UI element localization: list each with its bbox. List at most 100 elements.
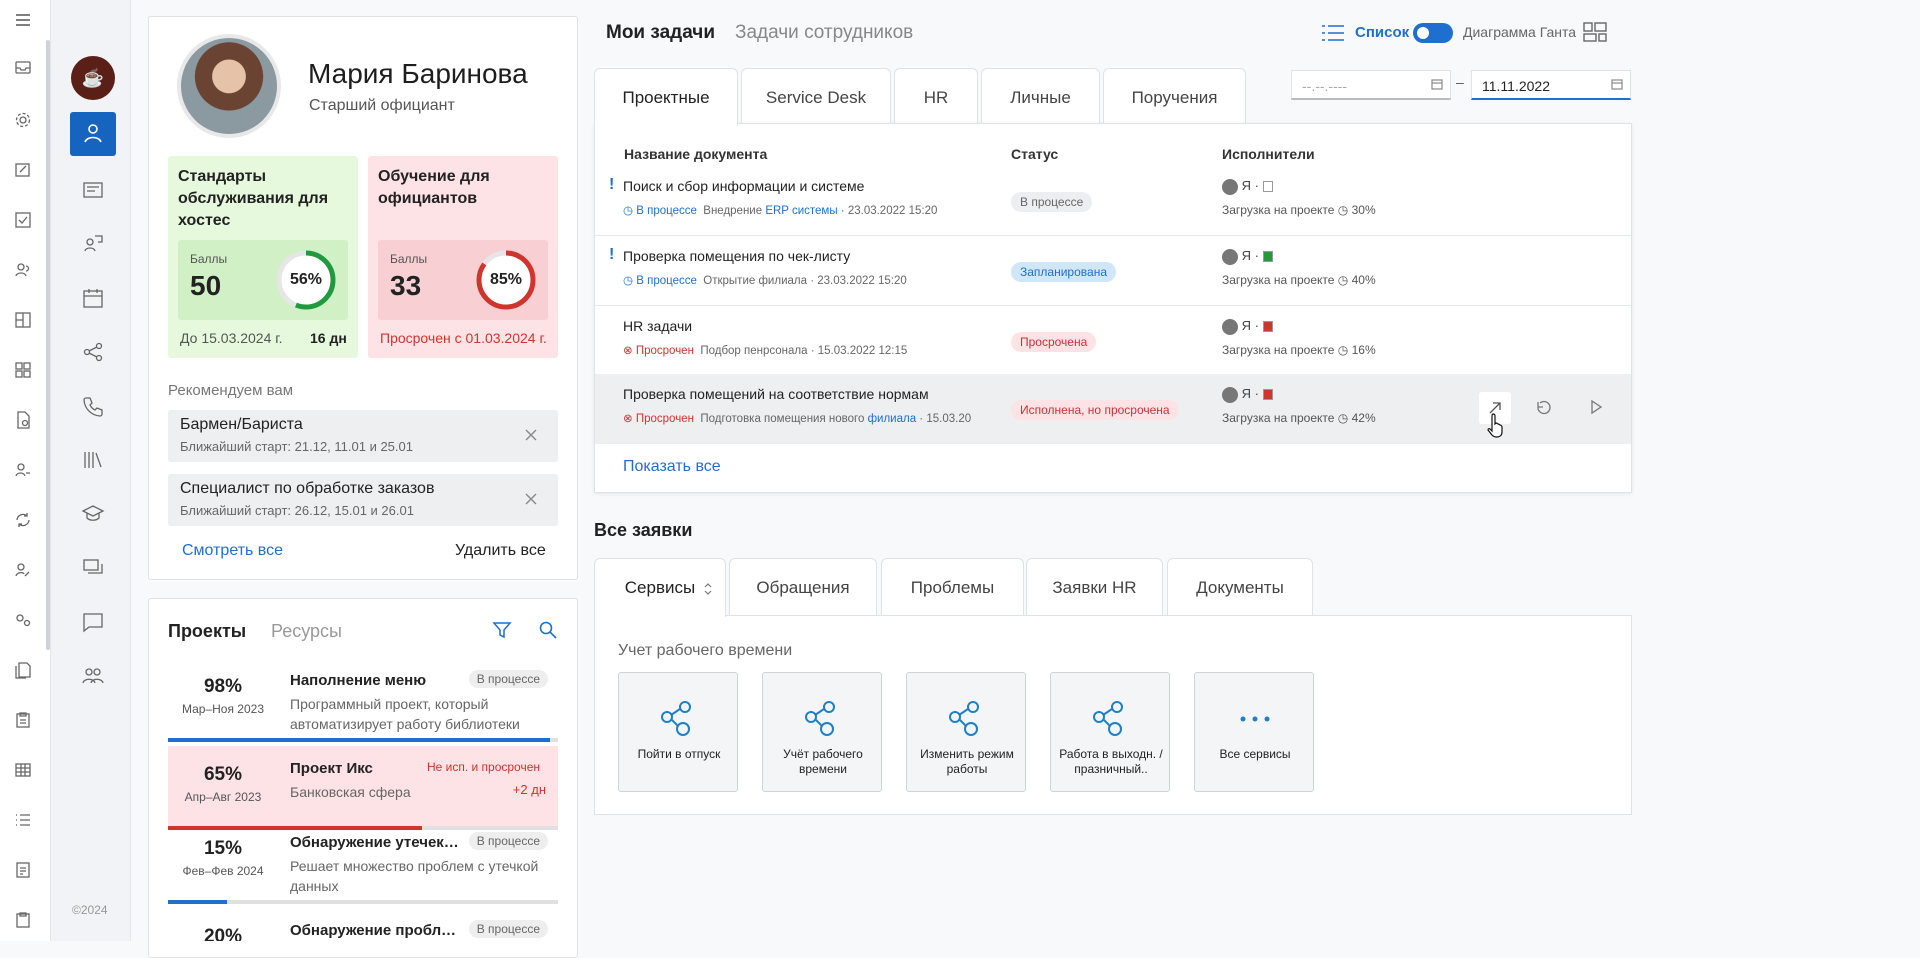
- show-all-link[interactable]: Показать все: [623, 458, 721, 476]
- menu-icon[interactable]: [13, 10, 33, 30]
- list-check-icon[interactable]: [13, 810, 33, 830]
- documents-icon[interactable]: [13, 660, 33, 680]
- project-row[interactable]: 65% Апр–Авг 2023 Проект Икс Банковская с…: [168, 746, 558, 830]
- task-state: В процессе: [636, 205, 697, 217]
- project-row[interactable]: 15% Фев–Фев 2024 Обнаружение утечек да..…: [168, 820, 558, 904]
- assignee-status-icon: [1262, 181, 1273, 193]
- priority-flag: !: [609, 246, 615, 263]
- service-tile[interactable]: Пойти в отпуск: [618, 672, 738, 792]
- chat-user-icon[interactable]: [81, 232, 105, 256]
- profile-nav-button[interactable]: [70, 112, 116, 156]
- rail-scrollbar[interactable]: [46, 40, 50, 650]
- tab-personal[interactable]: Личные: [981, 68, 1100, 124]
- tab-employee-tasks[interactable]: Задачи сотрудников: [735, 22, 913, 44]
- inbox-icon[interactable]: [13, 58, 33, 78]
- course-title: Стандарты обслуживания для хостес: [178, 168, 329, 229]
- project-desc: Решает множество проблем с утечкой данны…: [290, 858, 539, 894]
- date-from-field[interactable]: --.--.----: [1291, 70, 1451, 100]
- task-board-icon[interactable]: [13, 910, 33, 930]
- dashboard-icon[interactable]: [13, 310, 33, 330]
- task-link[interactable]: филиала: [868, 413, 917, 425]
- project-dates: Апр–Авг 2023: [184, 790, 262, 804]
- task-link[interactable]: ERP системы: [765, 205, 837, 217]
- assignee-status-icon: [1262, 251, 1273, 263]
- checklist-icon[interactable]: [13, 210, 33, 230]
- tab-resources[interactable]: Ресурсы: [271, 621, 342, 642]
- progress-percent: 85%: [489, 271, 523, 288]
- gantt-icon[interactable]: [1583, 22, 1607, 42]
- score-box: Баллы 33 85%: [378, 240, 548, 320]
- date-to-field[interactable]: 11.11.2022: [1471, 70, 1631, 100]
- course-card[interactable]: Обучение для официантов Баллы 33 85% Про…: [368, 156, 558, 358]
- status-badge: Просрочена: [1011, 332, 1097, 352]
- service-tile[interactable]: Учёт рабочего времени: [762, 672, 882, 792]
- play-icon[interactable]: [1587, 398, 1605, 416]
- messages-icon[interactable]: [81, 556, 105, 580]
- project-row[interactable]: 20% Обнаружение проблем В процессе: [168, 908, 558, 941]
- close-icon[interactable]: [524, 428, 538, 442]
- company-logo[interactable]: ☕: [71, 56, 115, 100]
- edit-doc-icon[interactable]: [13, 160, 33, 180]
- user-edit-icon[interactable]: [13, 560, 33, 580]
- library-icon[interactable]: [81, 448, 105, 472]
- user-key-icon[interactable]: [13, 460, 33, 480]
- task-row[interactable]: Проверка помещений на соответствие норма…: [595, 374, 1631, 444]
- sync-icon[interactable]: [13, 510, 33, 530]
- share-icon[interactable]: [81, 340, 105, 364]
- load-label: Загрузка на проекте: [1222, 203, 1335, 217]
- service-tile[interactable]: Работа в выходн. /празничный..: [1050, 672, 1170, 792]
- phone-icon[interactable]: [81, 394, 105, 418]
- table-icon[interactable]: [13, 760, 33, 780]
- education-icon[interactable]: [81, 502, 105, 526]
- delete-all-button[interactable]: Удалить все: [455, 542, 546, 560]
- service-tile[interactable]: Все сервисы: [1194, 672, 1314, 792]
- recommendation-item[interactable]: Бармен/Бариста Ближайший старт: 21.12, 1…: [168, 410, 558, 462]
- clipboard-icon[interactable]: [13, 710, 33, 730]
- tab-service-desk[interactable]: Service Desk: [741, 68, 891, 124]
- tab-appeals[interactable]: Обращения: [729, 558, 877, 616]
- gantt-view-label[interactable]: Диаграмма Ганта: [1463, 24, 1576, 40]
- task-row[interactable]: ! Проверка помещения по чек-листу ◷ В проц…: [595, 236, 1631, 306]
- users-icon[interactable]: [13, 260, 33, 280]
- settings-icon[interactable]: [13, 110, 33, 130]
- tab-my-tasks[interactable]: Мои задачи: [606, 22, 715, 44]
- tab-projects[interactable]: Проекты: [168, 621, 246, 642]
- overdue-icon: ⊗: [623, 413, 633, 425]
- list-view-label[interactable]: Список: [1355, 24, 1409, 41]
- team-icon[interactable]: [81, 664, 105, 688]
- task-row[interactable]: ! Поиск и сбор информации и системе ◷ В пр…: [595, 166, 1631, 236]
- task-row[interactable]: HR задачи ⊗ Просрочен Подбор пенрсонала ·…: [595, 306, 1631, 376]
- user-settings-icon[interactable]: [13, 610, 33, 630]
- widgets-icon[interactable]: [13, 360, 33, 380]
- id-card-icon[interactable]: [81, 178, 105, 202]
- filter-icon[interactable]: [492, 620, 512, 640]
- calendar-icon[interactable]: [81, 286, 105, 310]
- tab-hr-requests[interactable]: Заявки HR: [1026, 558, 1163, 616]
- calendar-icon[interactable]: [1611, 78, 1623, 90]
- recommend-title: Рекомендуем вам: [168, 382, 294, 399]
- course-card[interactable]: Стандарты обслуживания для хостес Баллы …: [168, 156, 358, 358]
- file-money-icon[interactable]: [13, 410, 33, 430]
- column-header-status[interactable]: Статус: [1011, 146, 1058, 162]
- report-icon[interactable]: [13, 860, 33, 880]
- tab-services[interactable]: Сервисы: [594, 558, 726, 617]
- undo-icon[interactable]: [1534, 398, 1552, 416]
- tab-documents[interactable]: Документы: [1167, 558, 1313, 616]
- tab-problems[interactable]: Проблемы: [881, 558, 1024, 616]
- calendar-icon[interactable]: [1431, 78, 1443, 90]
- tab-assignments[interactable]: Поручения: [1103, 68, 1246, 124]
- see-all-link[interactable]: Смотреть все: [182, 542, 283, 560]
- tab-project-docs[interactable]: Проектные: [594, 68, 738, 126]
- list-view-icon[interactable]: [1321, 23, 1345, 43]
- service-tile[interactable]: Изменить режим работы: [906, 672, 1026, 792]
- project-row[interactable]: 98% Мар–Ноя 2023 Наполнение меню Програм…: [168, 658, 558, 742]
- comment-icon[interactable]: [81, 610, 105, 634]
- tab-hr[interactable]: HR: [894, 68, 978, 124]
- column-header-assignees[interactable]: Исполнители: [1222, 146, 1315, 162]
- column-header-document[interactable]: Название документа: [624, 146, 767, 162]
- close-icon[interactable]: [524, 492, 538, 506]
- view-toggle[interactable]: [1413, 23, 1453, 43]
- search-icon[interactable]: [538, 620, 558, 640]
- task-state: В процессе: [636, 275, 697, 287]
- recommendation-item[interactable]: Специалист по обработке заказов Ближайши…: [168, 474, 558, 526]
